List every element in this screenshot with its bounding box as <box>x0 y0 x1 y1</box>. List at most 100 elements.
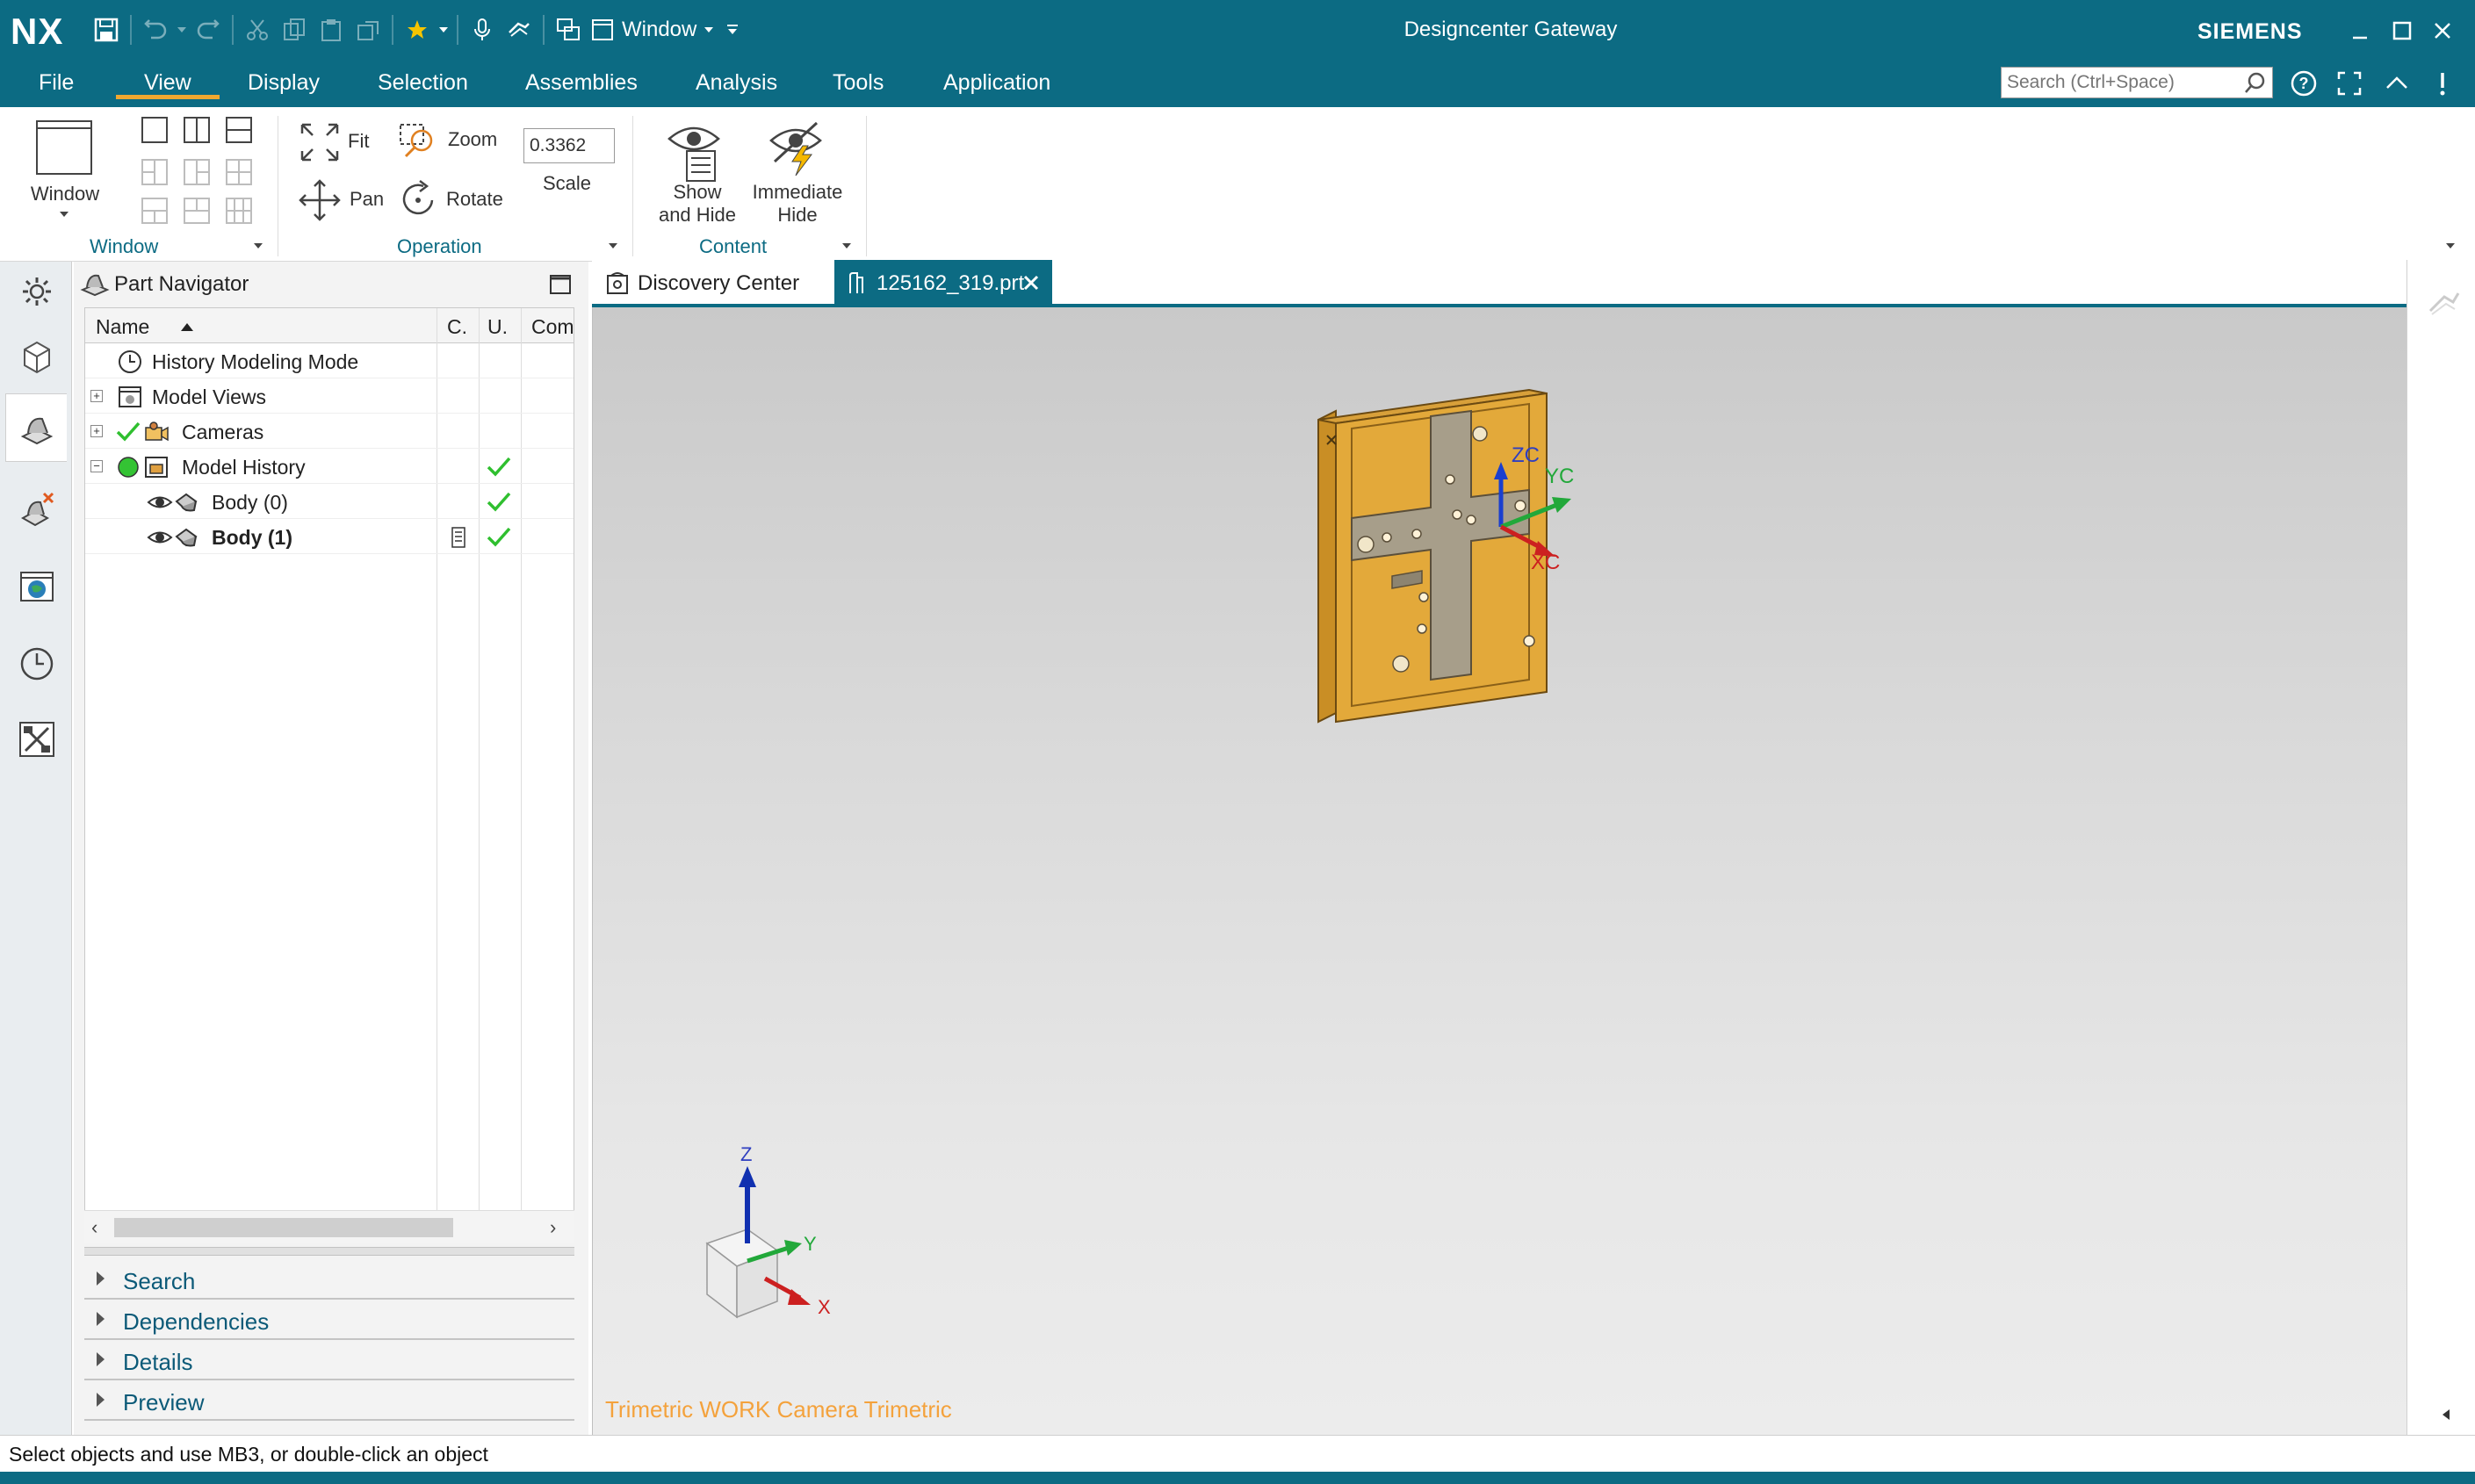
fit-label[interactable]: Fit <box>348 130 369 153</box>
repeat-command-icon[interactable] <box>350 11 386 48</box>
two-horizontal-layout-icon[interactable] <box>225 116 253 148</box>
operation-group-chevron-icon[interactable] <box>608 239 618 255</box>
content-group-chevron-icon[interactable] <box>841 239 852 255</box>
switch-window-icon[interactable] <box>550 11 587 48</box>
maximize-panel-icon[interactable] <box>548 272 573 301</box>
favorites-chevron-icon[interactable] <box>436 11 451 48</box>
menu-application[interactable]: Application <box>943 70 1050 98</box>
nx-logo[interactable]: NX <box>11 11 63 53</box>
tree-horizontal-scrollbar[interactable]: ‹ › <box>84 1210 574 1243</box>
check-icon[interactable] <box>115 419 141 445</box>
tree-row-history-mode[interactable]: History Modeling Mode <box>85 343 574 378</box>
close-icon[interactable] <box>2422 12 2463 49</box>
column-header-comment[interactable]: Com <box>531 315 574 339</box>
part-model[interactable] <box>1317 388 1548 724</box>
tree-row-label: Body (0) <box>212 491 288 514</box>
paste-icon[interactable] <box>313 11 350 48</box>
assembly-navigator-icon[interactable] <box>12 332 61 381</box>
reuse-library-icon[interactable] <box>12 715 61 764</box>
section-details[interactable]: Details <box>84 1342 574 1380</box>
toolbar-divider <box>457 15 458 45</box>
scrollbar-thumb[interactable] <box>114 1218 453 1237</box>
rotate-label[interactable]: Rotate <box>446 188 503 211</box>
show-and-hide-label[interactable]: Show and Hide <box>650 181 745 227</box>
window-button-label[interactable]: Window <box>19 183 111 205</box>
tree-row-body-1[interactable]: Body (1) <box>85 519 574 554</box>
full-screen-icon[interactable] <box>2333 67 2366 100</box>
collapse-minus-icon[interactable]: − <box>90 460 103 472</box>
copy-icon[interactable] <box>276 11 313 48</box>
menu-selection[interactable]: Selection <box>378 70 468 98</box>
undo-icon[interactable] <box>137 11 174 48</box>
cut-icon[interactable] <box>239 11 276 48</box>
microphone-icon[interactable] <box>464 11 501 48</box>
pan-label[interactable]: Pan <box>350 188 384 211</box>
view-triad[interactable]: Z Y X <box>705 1143 831 1319</box>
menu-assemblies[interactable]: Assemblies <box>525 70 638 98</box>
section-dependencies[interactable]: Dependencies <box>84 1301 574 1340</box>
section-preview[interactable]: Preview <box>84 1382 574 1421</box>
help-icon[interactable]: ? <box>2287 67 2320 100</box>
maximize-icon[interactable] <box>2382 12 2422 49</box>
minimize-icon[interactable] <box>2340 12 2380 49</box>
command-search-input[interactable] <box>2002 68 2230 97</box>
scale-input[interactable] <box>523 128 615 163</box>
redo-icon[interactable] <box>190 11 227 48</box>
tree-row-model-views[interactable]: + Model Views <box>85 378 574 414</box>
eye-visible-icon[interactable] <box>147 489 173 515</box>
scroll-left-icon[interactable]: ‹ <box>91 1216 97 1239</box>
scroll-right-icon[interactable]: › <box>550 1216 556 1239</box>
section-search[interactable]: Search <box>84 1261 574 1300</box>
ribbon-options-chevron-icon[interactable] <box>2445 239 2456 255</box>
expand-left-icon[interactable] <box>2441 1408 2451 1425</box>
tab-discovery-center[interactable]: Discovery Center <box>592 260 831 306</box>
fit-icon[interactable] <box>297 119 343 169</box>
undo-list-chevron-icon[interactable] <box>174 11 190 48</box>
favorites-star-icon[interactable] <box>399 11 436 48</box>
web-browser-icon[interactable] <box>12 562 61 611</box>
zoom-icon[interactable] <box>397 118 441 166</box>
show-and-hide-icon[interactable] <box>664 116 725 187</box>
view-toolbar-icon[interactable] <box>2425 285 2460 324</box>
zoom-label[interactable]: Zoom <box>448 128 497 151</box>
eye-visible-icon[interactable] <box>147 524 173 551</box>
tree-row-body-0[interactable]: Body (0) <box>85 484 574 519</box>
history-clock-icon[interactable] <box>12 639 61 688</box>
immediate-hide-label[interactable]: Immediate Hide <box>748 181 847 227</box>
menu-file[interactable]: File <box>39 70 74 98</box>
tree-row-cameras[interactable]: + Cameras <box>85 414 574 449</box>
rotate-icon[interactable] <box>397 177 441 226</box>
expand-plus-icon[interactable]: + <box>90 425 103 437</box>
notification-icon[interactable] <box>2426 67 2459 100</box>
close-tab-icon[interactable] <box>1022 274 1040 292</box>
constraint-navigator-icon[interactable] <box>12 485 61 534</box>
menu-display[interactable]: Display <box>248 70 320 98</box>
settings-gear-icon[interactable] <box>12 267 61 316</box>
menu-tools[interactable]: Tools <box>833 70 884 98</box>
tree-row-model-history[interactable]: − Model History <box>85 449 574 484</box>
panel-splitter[interactable] <box>84 1247 574 1256</box>
menu-analysis[interactable]: Analysis <box>696 70 777 98</box>
column-header-uptodate[interactable]: U. <box>487 315 508 339</box>
tab-part-file[interactable]: 125162_319.prt <box>834 260 1052 306</box>
column-header-name[interactable]: Name <box>96 315 149 339</box>
window-dropdown[interactable]: Window <box>590 18 714 42</box>
collapse-ribbon-icon[interactable] <box>2380 67 2414 100</box>
touch-mode-icon[interactable] <box>501 11 538 48</box>
part-navigator-icon[interactable] <box>5 393 67 462</box>
two-vertical-layout-icon[interactable] <box>183 116 211 148</box>
pan-icon[interactable] <box>297 177 343 227</box>
search-icon[interactable] <box>2244 71 2267 98</box>
save-icon[interactable] <box>88 11 125 48</box>
column-header-current[interactable]: C. <box>447 315 467 339</box>
graphics-window[interactable]: ZC YC XC Z Y X Trimetric WORK Camera Tri… <box>592 307 2406 1435</box>
single-view-layout-icon[interactable] <box>141 116 169 148</box>
window-chevron-icon[interactable] <box>58 207 70 223</box>
expand-plus-icon[interactable]: + <box>90 390 103 402</box>
customize-qat-icon[interactable] <box>721 11 744 48</box>
command-search[interactable] <box>2001 67 2273 98</box>
immediate-hide-icon[interactable] <box>766 116 827 182</box>
sort-ascending-icon[interactable] <box>180 321 194 336</box>
window-layout-icon[interactable] <box>33 118 95 179</box>
window-group-chevron-icon[interactable] <box>253 239 263 255</box>
